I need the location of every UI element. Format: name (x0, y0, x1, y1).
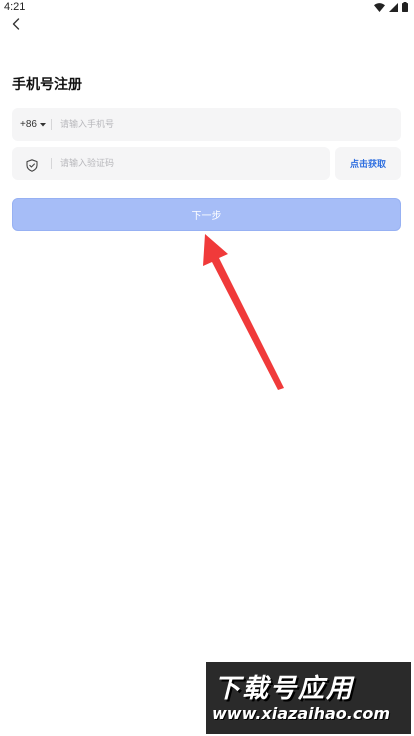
get-code-button[interactable]: 点击获取 (335, 147, 401, 180)
phone-field: +86 (12, 108, 401, 141)
wifi-icon (374, 2, 385, 12)
country-code-selector[interactable]: +86 (20, 108, 46, 141)
country-code-label: +86 (20, 119, 37, 130)
phone-input[interactable] (60, 108, 390, 141)
battery-icon (402, 2, 408, 12)
back-button[interactable] (8, 16, 24, 32)
shield-icon (26, 157, 38, 172)
watermark-logo: 下载号应用 www.xiazaihao.com (206, 662, 411, 734)
status-time: 4:21 (4, 1, 26, 13)
chevron-left-icon (12, 15, 20, 34)
verification-code-input[interactable] (60, 147, 320, 180)
page-title: 手机号注册 (12, 77, 82, 93)
cell-signal-icon (389, 2, 398, 12)
field-divider (51, 119, 52, 130)
field-divider (51, 158, 52, 169)
caret-down-icon (39, 119, 46, 130)
status-icons (374, 2, 408, 12)
register-screen: 4:21 手机号注册 +86 请输入手机号 请输入验证码 点击获取 下一步 下载… (0, 0, 414, 736)
verification-code-field (12, 147, 330, 180)
status-bar: 4:21 (0, 0, 414, 16)
watermark-title: 下载号应用 (214, 674, 355, 704)
next-step-button[interactable]: 下一步 (12, 198, 401, 231)
watermark-url: www.xiazaihao.com (212, 704, 390, 723)
